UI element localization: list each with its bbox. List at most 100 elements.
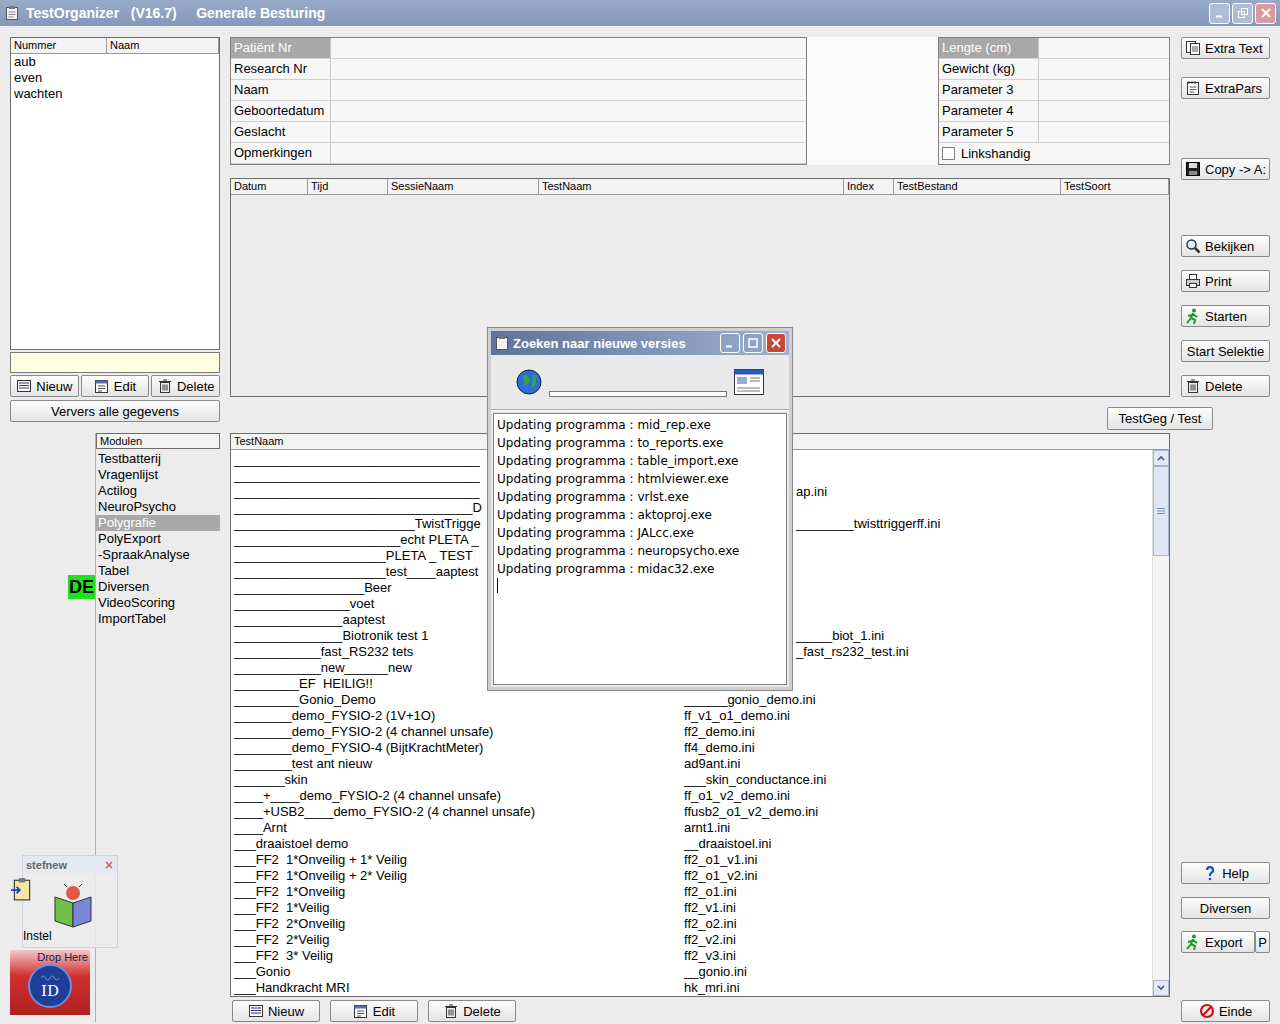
- module-item[interactable]: Polygrafie: [96, 515, 220, 531]
- test-name: ___FF2 3* Veilig: [234, 948, 684, 964]
- side-button[interactable]: Copy -> A:: [1181, 158, 1270, 180]
- parameter-value[interactable]: [1039, 80, 1169, 100]
- column-header[interactable]: Nummer: [11, 38, 107, 53]
- test-row[interactable]: ________demo_FYSIO-2 (1V+1O) ff_v1_o1_de…: [234, 708, 1152, 724]
- test-row[interactable]: ____+USB2____demo_FYSIO-2 (4 channel uns…: [234, 804, 1152, 820]
- scrollbar[interactable]: [1152, 450, 1169, 996]
- side-button[interactable]: Print: [1181, 270, 1270, 292]
- people-row[interactable]: wachten: [11, 86, 219, 102]
- test-file: ad9ant.ini: [684, 756, 1152, 772]
- module-item[interactable]: NeuroPsycho: [96, 499, 220, 515]
- minimize-button[interactable]: [720, 333, 740, 353]
- people-row[interactable]: even: [11, 70, 219, 86]
- people-button[interactable]: Delete: [151, 375, 220, 397]
- launcher-window[interactable]: stefnew Instel: [22, 855, 118, 948]
- book-icon[interactable]: [51, 883, 95, 929]
- maximize-button[interactable]: [1232, 3, 1253, 24]
- test-row[interactable]: ________test ant nieuw ad9ant.ini: [234, 756, 1152, 772]
- test-row[interactable]: ________demo_FYSIO-4 (BijtKrachtMeter) f…: [234, 740, 1152, 756]
- column-header[interactable]: TestSoort: [1061, 179, 1169, 194]
- test-row[interactable]: ___FF2 1*Veilig ff2_v1.ini: [234, 900, 1152, 916]
- test-row[interactable]: ___FF2 2*Onveilig ff2_o2.ini: [234, 916, 1152, 932]
- testgeg-button[interactable]: TestGeg / Test: [1107, 407, 1213, 430]
- side-button[interactable]: Extra Text: [1181, 37, 1270, 59]
- einde-button[interactable]: Einde: [1181, 1000, 1270, 1022]
- side-button[interactable]: Delete: [1181, 375, 1270, 397]
- left-handed-checkbox[interactable]: Linkshandig: [939, 143, 1169, 164]
- test-row[interactable]: ___FF2 1*Onveilig ff2_o1.ini: [234, 884, 1152, 900]
- people-row[interactable]: aub: [11, 54, 219, 70]
- minimize-button[interactable]: [1209, 3, 1230, 24]
- parameter-value[interactable]: [1039, 38, 1169, 58]
- side-button[interactable]: ExtraPars: [1181, 77, 1270, 99]
- test-row[interactable]: _________Gonio_Demo ______gonio_demo.ini: [234, 692, 1152, 708]
- dialog-title: Zoeken naar nieuwe versies: [513, 336, 717, 351]
- module-item[interactable]: Actilog: [96, 483, 220, 499]
- field-value[interactable]: [331, 59, 806, 79]
- test-button[interactable]: Nieuw: [232, 1000, 320, 1022]
- parameter-value[interactable]: [1039, 101, 1169, 121]
- column-header[interactable]: Index: [844, 179, 894, 194]
- field-value[interactable]: [331, 101, 806, 121]
- test-row[interactable]: ___Gonio __gonio.ini: [234, 964, 1152, 980]
- module-item[interactable]: -SpraakAnalyse: [96, 547, 220, 563]
- diversen-button[interactable]: Diversen: [1181, 897, 1270, 919]
- close-button[interactable]: [1255, 3, 1276, 24]
- test-row[interactable]: ___draaistoel demo __draaistoel.ini: [234, 836, 1152, 852]
- drop-zone[interactable]: Drop Here ID: [10, 950, 90, 1015]
- export-button[interactable]: Export: [1181, 931, 1255, 953]
- checkbox[interactable]: [942, 147, 955, 160]
- column-header[interactable]: Datum: [231, 179, 308, 194]
- column-header[interactable]: TestNaam: [231, 434, 488, 449]
- parameter-value[interactable]: [1039, 59, 1169, 79]
- test-row[interactable]: ___FF2 1*Onveilig + 1* Veilig ff2_o1_v1.…: [234, 852, 1152, 868]
- column-header[interactable]: TestNaam: [539, 179, 844, 194]
- people-search-field[interactable]: [10, 352, 220, 373]
- people-button[interactable]: Nieuw: [10, 375, 79, 397]
- minimize-icon: [724, 337, 736, 349]
- help-button[interactable]: Help: [1181, 862, 1270, 884]
- side-button[interactable]: Start Selektie: [1181, 340, 1270, 362]
- test-row[interactable]: ___Handkracht MRI hk_mri.ini: [234, 980, 1152, 996]
- test-button[interactable]: Delete: [428, 1000, 516, 1022]
- refresh-button[interactable]: Ververs alle gegevens: [10, 400, 220, 422]
- module-item[interactable]: ImportTabel: [96, 611, 220, 627]
- field-value[interactable]: [331, 122, 806, 142]
- module-item[interactable]: Tabel: [96, 563, 220, 579]
- column-header[interactable]: SessieNaam: [388, 179, 539, 194]
- test-row[interactable]: _______skin ___skin_conductance.ini: [234, 772, 1152, 788]
- test-name: ________demo_FYSIO-4 (BijtKrachtMeter): [234, 740, 684, 756]
- field-value[interactable]: [331, 143, 806, 163]
- test-row[interactable]: ____Arnt arnt1.ini: [234, 820, 1152, 836]
- field-value[interactable]: [331, 80, 806, 100]
- scroll-down-button[interactable]: [1153, 980, 1169, 996]
- people-button[interactable]: Edit: [81, 375, 150, 397]
- side-button[interactable]: Starten: [1181, 305, 1270, 327]
- module-item[interactable]: Testbatterij: [96, 451, 220, 467]
- column-header[interactable]: Naam: [107, 38, 219, 53]
- column-header[interactable]: Tijd: [308, 179, 388, 194]
- p-button[interactable]: P: [1255, 931, 1270, 953]
- close-icon[interactable]: [104, 860, 114, 870]
- module-item[interactable]: Vragenlijst: [96, 467, 220, 483]
- scroll-up-button[interactable]: [1153, 450, 1169, 466]
- module-item[interactable]: Diversen: [96, 579, 220, 595]
- field-value[interactable]: [331, 38, 806, 58]
- module-item[interactable]: PolyExport: [96, 531, 220, 547]
- side-button[interactable]: Bekijken: [1181, 235, 1270, 257]
- progress-bar: [549, 391, 727, 397]
- test-button[interactable]: Edit: [330, 1000, 418, 1022]
- close-button[interactable]: [766, 333, 786, 353]
- maximize-button[interactable]: [743, 333, 763, 353]
- test-row[interactable]: ____+____demo_FYSIO-2 (4 channel unsafe)…: [234, 788, 1152, 804]
- test-row[interactable]: ___FF2 2*Veilig ff2_v2.ini: [234, 932, 1152, 948]
- scroll-thumb[interactable]: [1153, 466, 1169, 556]
- instel-label[interactable]: Instel: [23, 929, 52, 943]
- parameter-value[interactable]: [1039, 122, 1169, 142]
- test-row[interactable]: ________demo_FYSIO-2 (4 channel unsafe) …: [234, 724, 1152, 740]
- test-row[interactable]: ___FF2 3* Veilig ff2_v3.ini: [234, 948, 1152, 964]
- module-item[interactable]: VideoScoring: [96, 595, 220, 611]
- clipboard-icon[interactable]: [11, 877, 33, 901]
- test-row[interactable]: ___FF2 1*Onveilig + 2* Veilig ff2_o1_v2.…: [234, 868, 1152, 884]
- column-header[interactable]: TestBestand: [894, 179, 1061, 194]
